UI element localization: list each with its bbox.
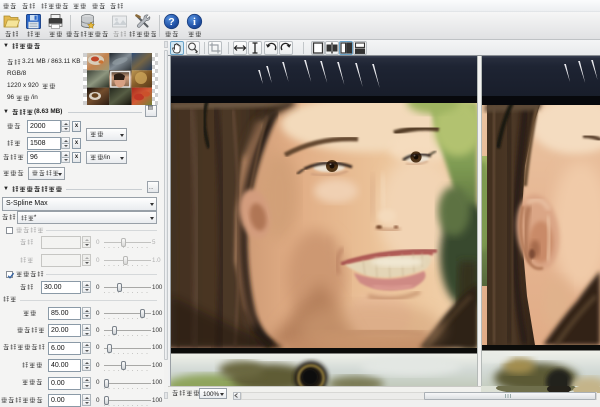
svg-text:?: ?	[168, 16, 174, 28]
svg-text:i: i	[193, 17, 196, 28]
